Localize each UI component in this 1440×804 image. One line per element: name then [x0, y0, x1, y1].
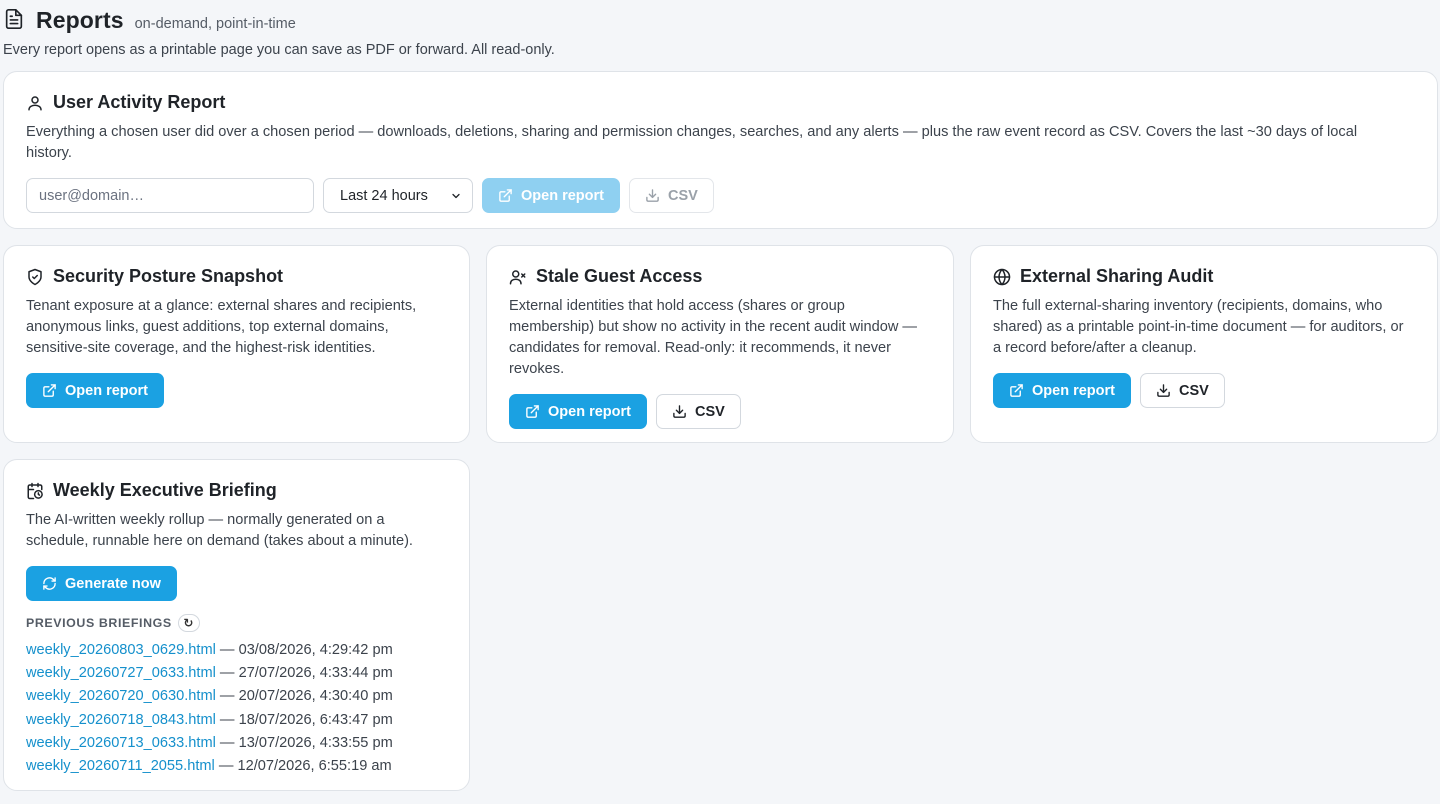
shield-icon: [26, 268, 44, 286]
download-icon: [1156, 383, 1171, 398]
stale-guest-card: Stale Guest Access External identities t…: [486, 245, 954, 443]
previous-briefings-label: PREVIOUS BRIEFINGS: [26, 616, 172, 630]
page-title: Reports: [36, 7, 124, 33]
user-activity-csv-button[interactable]: CSV: [628, 178, 714, 213]
stale-guest-open-report-button[interactable]: Open report: [509, 394, 647, 429]
weekly-briefing-title: Weekly Executive Briefing: [53, 480, 277, 500]
user-email-input[interactable]: [26, 178, 314, 213]
generate-now-button[interactable]: Generate now: [26, 566, 177, 601]
page-subtitle: on-demand, point-in-time: [134, 16, 296, 32]
external-link-icon: [42, 383, 57, 398]
previous-briefings-header: PREVIOUS BRIEFINGS ↻: [26, 614, 447, 632]
csv-label: CSV: [667, 187, 698, 204]
external-sharing-title: External Sharing Audit: [1020, 266, 1214, 286]
open-report-label: Open report: [521, 187, 604, 204]
briefing-link[interactable]: weekly_20260713_0633.html: [26, 735, 216, 751]
security-posture-description: Tenant exposure at a glance: external sh…: [26, 298, 417, 356]
period-select-value: Last 24 hours: [340, 187, 428, 204]
external-link-icon: [1009, 383, 1024, 398]
external-sharing-open-report-button[interactable]: Open report: [993, 373, 1131, 408]
refresh-icon: [42, 576, 57, 591]
briefing-link[interactable]: weekly_20260711_2055.html: [26, 758, 215, 774]
list-item: weekly_20260803_0629.html — 03/08/2026, …: [26, 639, 447, 662]
refresh-briefings-icon[interactable]: ↻: [177, 614, 200, 632]
page-description: Every report opens as a printable page y…: [3, 42, 555, 58]
stale-guest-title: Stale Guest Access: [536, 266, 703, 286]
csv-label: CSV: [694, 403, 725, 420]
external-sharing-description: The full external-sharing inventory (rec…: [993, 298, 1404, 356]
weekly-briefing-card: Weekly Executive Briefing The AI-written…: [3, 459, 470, 791]
external-sharing-csv-button[interactable]: CSV: [1139, 373, 1225, 408]
security-posture-card: Security Posture Snapshot Tenant exposur…: [3, 245, 470, 443]
previous-briefings-list: weekly_20260803_0629.html — 03/08/2026, …: [26, 639, 447, 778]
briefing-timestamp: — 03/08/2026, 4:29:42 pm: [215, 642, 393, 658]
briefing-timestamp: — 12/07/2026, 6:55:19 am: [214, 758, 392, 775]
stale-guest-csv-button[interactable]: CSV: [655, 394, 741, 429]
external-link-icon: [498, 188, 513, 203]
open-report-label: Open report: [1032, 382, 1115, 399]
list-item: weekly_20260711_2055.html — 12/07/2026, …: [26, 755, 447, 778]
user-activity-open-report-button[interactable]: Open report: [482, 178, 620, 213]
csv-label: CSV: [1178, 382, 1209, 399]
security-posture-title: Security Posture Snapshot: [53, 266, 284, 286]
briefing-link[interactable]: weekly_20260720_0630.html: [26, 688, 216, 704]
briefing-timestamp: — 20/07/2026, 4:30:40 pm: [215, 688, 393, 705]
download-icon: [645, 188, 660, 203]
open-report-label: Open report: [548, 403, 631, 420]
document-icon: [3, 7, 25, 31]
briefing-link[interactable]: weekly_20260727_0633.html: [26, 665, 216, 681]
briefing-timestamp: — 27/07/2026, 4:33:44 pm: [215, 665, 393, 682]
external-sharing-card: External Sharing Audit The full external…: [970, 245, 1438, 443]
briefing-link[interactable]: weekly_20260718_0843.html: [26, 712, 216, 728]
user-activity-card: User Activity Report Everything a chosen…: [3, 71, 1438, 229]
open-report-label: Open report: [65, 382, 148, 399]
briefing-timestamp: — 13/07/2026, 4:33:55 pm: [215, 734, 393, 751]
calendar-clock-icon: [26, 482, 44, 500]
weekly-briefing-description: The AI-written weekly rollup — normally …: [26, 512, 413, 549]
user-icon: [26, 94, 44, 112]
user-x-icon: [509, 268, 527, 286]
globe-icon: [993, 268, 1011, 286]
list-item: weekly_20260720_0630.html — 20/07/2026, …: [26, 685, 447, 708]
download-icon: [672, 404, 687, 419]
user-activity-title: User Activity Report: [53, 92, 226, 112]
user-activity-description: Everything a chosen user did over a chos…: [26, 124, 1358, 161]
generate-now-label: Generate now: [65, 575, 161, 592]
stale-guest-description: External identities that hold access (sh…: [509, 298, 918, 377]
list-item: weekly_20260713_0633.html — 13/07/2026, …: [26, 732, 447, 755]
external-link-icon: [525, 404, 540, 419]
period-select[interactable]: Last 24 hours: [323, 178, 473, 213]
chevron-down-icon: [450, 190, 462, 202]
list-item: weekly_20260718_0843.html — 18/07/2026, …: [26, 709, 447, 732]
list-item: weekly_20260727_0633.html — 27/07/2026, …: [26, 662, 447, 685]
briefing-link[interactable]: weekly_20260803_0629.html: [26, 642, 216, 658]
briefing-timestamp: — 18/07/2026, 6:43:47 pm: [215, 711, 393, 728]
security-posture-open-report-button[interactable]: Open report: [26, 373, 164, 408]
page-header: Reports on-demand, point-in-time Every r…: [3, 4, 555, 58]
